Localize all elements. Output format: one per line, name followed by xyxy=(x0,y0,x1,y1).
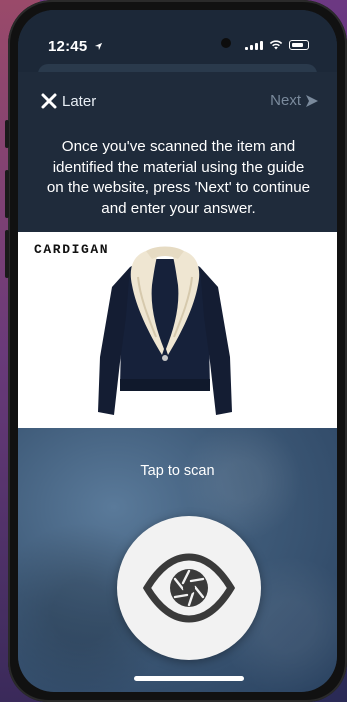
battery-icon xyxy=(289,40,309,50)
eye-aperture-icon xyxy=(143,553,235,623)
status-bar: 12:45 xyxy=(18,10,337,72)
next-label: Next xyxy=(270,92,301,109)
signal-icon xyxy=(245,40,263,50)
close-icon xyxy=(41,93,57,109)
scan-area: Tap to scan xyxy=(18,428,337,692)
later-label: Later xyxy=(62,92,97,110)
scan-button[interactable] xyxy=(117,516,261,660)
instructions-header: Later Next Once you've scanned the item … xyxy=(18,72,337,232)
later-button[interactable]: Later xyxy=(40,92,96,110)
mute-switch xyxy=(5,120,9,148)
instructions-text: Once you've scanned the item and identif… xyxy=(46,138,311,217)
location-arrow-icon xyxy=(94,42,102,51)
status-icons xyxy=(245,40,309,50)
camera-dot xyxy=(221,38,231,48)
cardigan-image xyxy=(98,246,232,415)
phone-frame: 12:45 Later Next Once you've scanned the… xyxy=(5,0,347,702)
product-card: CARDIGAN xyxy=(18,232,337,428)
next-button[interactable]: Next xyxy=(270,92,319,109)
next-arrow-icon xyxy=(306,94,318,107)
wifi-icon xyxy=(269,40,283,50)
screen: 12:45 Later Next Once you've scanned the… xyxy=(18,10,337,692)
status-time: 12:45 xyxy=(48,38,103,55)
home-indicator[interactable] xyxy=(134,676,244,681)
volume-down-button xyxy=(5,230,9,278)
volume-up-button xyxy=(5,170,9,218)
tap-to-scan-label: Tap to scan xyxy=(140,463,215,479)
